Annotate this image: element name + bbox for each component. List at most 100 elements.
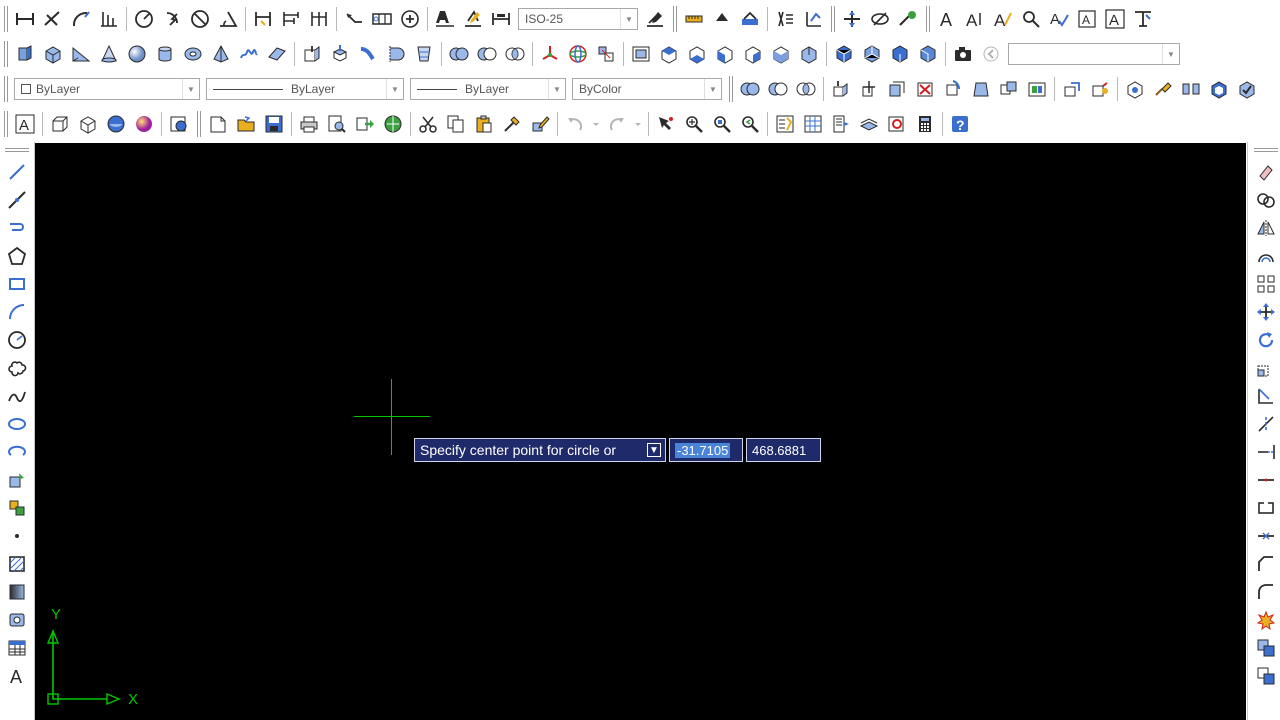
plot-preview-icon[interactable] bbox=[325, 111, 349, 137]
3d-hidden-icon[interactable] bbox=[76, 111, 100, 137]
quick-dimension-icon[interactable] bbox=[251, 6, 275, 32]
find-text-icon[interactable] bbox=[1019, 6, 1043, 32]
list-icon[interactable] bbox=[773, 6, 797, 32]
taper-faces-icon[interactable] bbox=[969, 76, 993, 102]
calculator-icon[interactable] bbox=[913, 111, 937, 137]
text-style-icon[interactable]: A bbox=[1075, 6, 1099, 32]
left-view-icon[interactable] bbox=[713, 41, 737, 67]
zoom-realtime-icon[interactable] bbox=[682, 111, 706, 137]
box-icon[interactable] bbox=[41, 41, 65, 67]
subtract-icon[interactable] bbox=[475, 41, 499, 67]
offset-icon[interactable] bbox=[1254, 243, 1278, 269]
cone-icon[interactable] bbox=[97, 41, 121, 67]
hatch-icon[interactable] bbox=[5, 551, 29, 577]
region-mass-icon[interactable] bbox=[738, 6, 762, 32]
polyline-icon[interactable] bbox=[5, 215, 29, 241]
aligned-dimension-icon[interactable] bbox=[41, 6, 65, 32]
pyramid-icon[interactable] bbox=[209, 41, 233, 67]
toolbar-grip[interactable] bbox=[673, 6, 677, 32]
separate-icon[interactable] bbox=[1179, 76, 1203, 102]
camera-icon[interactable] bbox=[951, 41, 975, 67]
view-manager-icon[interactable] bbox=[629, 41, 653, 67]
new-file-icon[interactable] bbox=[206, 111, 230, 137]
union-icon[interactable] bbox=[738, 76, 762, 102]
toolbar-grip[interactable] bbox=[1254, 148, 1278, 152]
sphere-icon[interactable] bbox=[125, 41, 149, 67]
baseline-dimension-icon[interactable] bbox=[279, 6, 303, 32]
front-view-icon[interactable] bbox=[769, 41, 793, 67]
join-icon[interactable] bbox=[1254, 523, 1278, 549]
check-icon[interactable] bbox=[1235, 76, 1259, 102]
toolbar-grip[interactable] bbox=[4, 41, 8, 67]
ucs-rotate-icon[interactable] bbox=[868, 6, 892, 32]
dimension-edit-icon[interactable] bbox=[433, 6, 457, 32]
conceptual-visual-icon[interactable] bbox=[132, 111, 156, 137]
zoom-previous-icon[interactable] bbox=[738, 111, 762, 137]
justify-text-icon[interactable] bbox=[1131, 6, 1155, 32]
chevron-down-icon[interactable]: ▼ bbox=[182, 79, 199, 99]
scale-text-icon[interactable]: A bbox=[1103, 6, 1127, 32]
jogged-dimension-icon[interactable] bbox=[160, 6, 184, 32]
chevron-down-icon[interactable]: ▼ bbox=[548, 79, 565, 99]
arc-length-icon[interactable] bbox=[69, 6, 93, 32]
arc-icon[interactable] bbox=[5, 299, 29, 325]
insert-block-icon[interactable] bbox=[5, 467, 29, 493]
dimension-update-icon[interactable] bbox=[489, 6, 513, 32]
copy-object-icon[interactable] bbox=[1254, 187, 1278, 213]
chamfer-icon[interactable] bbox=[1254, 551, 1278, 577]
pan-realtime-icon[interactable] bbox=[654, 111, 678, 137]
mirror-icon[interactable] bbox=[1254, 215, 1278, 241]
move-faces-icon[interactable] bbox=[857, 76, 881, 102]
stretch-icon[interactable] bbox=[1254, 383, 1278, 409]
radius-dimension-icon[interactable] bbox=[132, 6, 156, 32]
linetype-control-combo[interactable]: ByLayer ▼ bbox=[206, 78, 404, 100]
plotstyle-control-combo[interactable]: ByColor ▼ bbox=[572, 78, 722, 100]
multiline-text-icon[interactable]: A bbox=[963, 6, 987, 32]
match-properties-icon[interactable] bbox=[500, 111, 524, 137]
3d-wireframe-icon[interactable] bbox=[48, 111, 72, 137]
copy-faces-icon[interactable] bbox=[997, 76, 1021, 102]
continue-dimension-icon[interactable] bbox=[307, 6, 331, 32]
sheet-set-manager-icon[interactable] bbox=[857, 111, 881, 137]
subtract-icon[interactable] bbox=[766, 76, 790, 102]
cut-icon[interactable] bbox=[416, 111, 440, 137]
ucs-3point-icon[interactable] bbox=[896, 6, 920, 32]
quick-leader-icon[interactable] bbox=[342, 6, 366, 32]
chevron-down-icon[interactable]: ▼ bbox=[386, 79, 403, 99]
locate-point-icon[interactable] bbox=[801, 6, 825, 32]
spline-icon[interactable] bbox=[5, 383, 29, 409]
delete-faces-icon[interactable] bbox=[913, 76, 937, 102]
top-view-icon[interactable] bbox=[657, 41, 681, 67]
trim-icon[interactable] bbox=[1254, 411, 1278, 437]
clean-icon[interactable] bbox=[1151, 76, 1175, 102]
break-icon[interactable] bbox=[1254, 495, 1278, 521]
draw-order-icon[interactable] bbox=[1254, 635, 1278, 661]
ne-isometric-icon[interactable] bbox=[888, 41, 912, 67]
copy-edges-icon[interactable] bbox=[1060, 76, 1084, 102]
diameter-dimension-icon[interactable] bbox=[188, 6, 212, 32]
toolbar-grip[interactable] bbox=[4, 6, 8, 32]
erase-icon[interactable] bbox=[1254, 159, 1278, 185]
offset-faces-icon[interactable] bbox=[885, 76, 909, 102]
3d-rotate-icon[interactable] bbox=[566, 41, 590, 67]
tolerance-icon[interactable] bbox=[370, 6, 394, 32]
torus-icon[interactable] bbox=[181, 41, 205, 67]
right-view-icon[interactable] bbox=[741, 41, 765, 67]
color-control-combo[interactable]: ByLayer ▼ bbox=[14, 78, 200, 100]
block-editor-icon[interactable] bbox=[528, 111, 552, 137]
intersect-icon[interactable] bbox=[503, 41, 527, 67]
circle-icon[interactable] bbox=[5, 327, 29, 353]
toolbar-grip[interactable] bbox=[926, 6, 930, 32]
realistic-visual-icon[interactable] bbox=[104, 111, 128, 137]
markup-set-manager-icon[interactable] bbox=[885, 111, 909, 137]
area-icon[interactable] bbox=[710, 6, 734, 32]
dimension-text-edit-icon[interactable] bbox=[461, 6, 485, 32]
dimension-style-manager-icon[interactable] bbox=[643, 6, 667, 32]
fillet-icon[interactable] bbox=[1254, 579, 1278, 605]
zoom-window-icon[interactable] bbox=[710, 111, 734, 137]
paste-icon[interactable] bbox=[472, 111, 496, 137]
presspull-icon[interactable] bbox=[328, 41, 352, 67]
ellipse-arc-icon[interactable] bbox=[5, 439, 29, 465]
text-icon[interactable]: A bbox=[935, 6, 959, 32]
array-icon[interactable] bbox=[1254, 271, 1278, 297]
